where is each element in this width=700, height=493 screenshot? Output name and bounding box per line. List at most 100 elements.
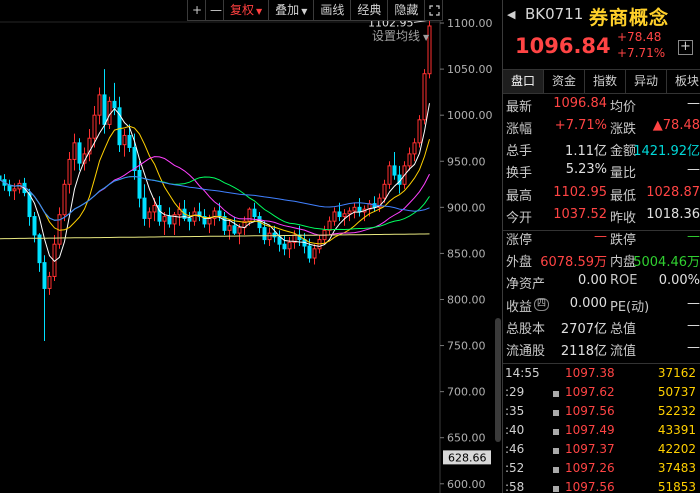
stat-value: — [687, 229, 700, 244]
candle-body [237, 227, 242, 234]
sell-flag-icon [553, 429, 559, 435]
sector-name: 券商概念 [589, 7, 670, 29]
sector-code: BK0711 [525, 5, 584, 23]
draw-line-button[interactable]: 画线 [313, 0, 352, 21]
quote-row: 最高 1102.95 最低 1028.87 [503, 185, 700, 207]
tick-volume: 43391 [657, 423, 696, 437]
stat-label: 最高 [506, 189, 533, 204]
stat-value: 1421.92亿 [633, 144, 700, 159]
tab-sector[interactable]: 板块 [667, 70, 700, 93]
stat-value: 0.00% [658, 273, 700, 288]
candle-body [142, 197, 147, 219]
tick-row[interactable]: 14:55 1097.38 37162 [503, 366, 700, 385]
add-watchlist-button[interactable]: + [678, 40, 693, 55]
stat-label: 均价 [610, 100, 637, 115]
candle-body [12, 188, 17, 192]
tick-row[interactable]: :58 1097.56 51853 [503, 480, 700, 493]
stat-label: 净资产 [506, 277, 546, 292]
quote-row: 换手 5.23% 量比 — [503, 162, 700, 184]
candle-body [0, 175, 2, 181]
tick-row[interactable]: :46 1097.37 42202 [503, 442, 700, 461]
candle-body [347, 210, 352, 215]
quote-panel: ◀ BK0711 券商概念 1096.84 +78.48 +7.71% + 盘口… [503, 0, 700, 493]
stat-value: 1028.87 [646, 185, 700, 200]
chevron-down-icon: ▼ [256, 7, 263, 16]
tick-row[interactable]: :52 1097.26 37483 [503, 461, 700, 480]
chart-toolbar: + — 复权 ▼ 叠加 ▼ 画线 经典 隐藏 [187, 0, 444, 22]
stat-value: 2707亿 [560, 322, 607, 337]
tab-index[interactable]: 指数 [585, 70, 626, 93]
back-arrow-icon[interactable]: ◀ [507, 8, 515, 21]
tick-volume: 52232 [657, 404, 696, 418]
sell-flag-icon [553, 448, 559, 454]
tick-time: :46 [505, 442, 525, 456]
current-price: 1096.84 [515, 34, 611, 58]
tab-pankou[interactable]: 盘口 [503, 70, 544, 93]
stat-value: ▲78.48 [652, 118, 700, 133]
tick-time: :29 [505, 385, 525, 399]
stat-label: 最低 [610, 189, 637, 204]
quote-row: 外盘 6078.59万 内盘 5004.46万 [503, 251, 700, 273]
price-change-pct: +7.71% [617, 46, 666, 60]
stat-label: 涨停 [506, 233, 533, 248]
y-tick-label: 750.00 [447, 340, 486, 353]
stat-label: 换手 [506, 166, 533, 181]
candle-body [272, 232, 277, 238]
tick-row[interactable]: :40 1097.49 43391 [503, 423, 700, 442]
candle-body [77, 142, 82, 164]
stat-label: 最新 [506, 100, 533, 115]
zoom-in-button[interactable]: + [187, 0, 206, 21]
candle-body [412, 142, 417, 155]
quote-row: 涨幅 +7.71% 涨跌 ▲78.48 [503, 118, 700, 140]
chevron-down-icon: ▼ [423, 33, 430, 42]
candle-body [187, 217, 192, 222]
quote-row: 总手 1.11亿 金额 1421.92亿 [503, 140, 700, 162]
candle-body [112, 100, 117, 109]
candle-body [97, 94, 102, 116]
quote-row: 最新 1096.84 均价 — [503, 96, 700, 118]
tick-time: 14:55 [505, 366, 540, 380]
stat-value: 0.00 [578, 273, 607, 288]
candle-body [132, 146, 137, 171]
candle-body [127, 134, 132, 148]
overlay-dropdown[interactable]: 叠加 ▼ [268, 0, 315, 21]
tick-time: :35 [505, 404, 525, 418]
stat-value: 1037.52 [553, 207, 607, 222]
candle-body [312, 248, 317, 259]
hide-button[interactable]: 隐藏 [387, 0, 426, 21]
sell-flag-icon [553, 486, 559, 492]
stat-value: 0.000 [569, 296, 607, 311]
expand-icon[interactable] [424, 0, 444, 21]
candle-body [7, 184, 12, 192]
quote-row: 总股本 2707亿 总值 — [503, 318, 700, 340]
stat-label: 今开 [506, 211, 533, 226]
tick-time: :58 [505, 480, 525, 493]
candle-body [387, 165, 392, 185]
candle-body [92, 114, 97, 139]
candle-body [72, 142, 77, 160]
classic-button[interactable]: 经典 [350, 0, 389, 21]
tab-funds[interactable]: 资金 [544, 70, 585, 93]
tab-movement[interactable]: 异动 [626, 70, 667, 93]
zoom-out-button[interactable]: — [205, 0, 224, 21]
scrollbar-thumb[interactable] [495, 318, 501, 442]
tick-volume: 51853 [657, 480, 696, 493]
kline-chart[interactable]: 1100.00 1050.00 1000.00 950.00 900.00 850.00 8… [0, 0, 496, 493]
y-tick-label: 850.00 [447, 247, 486, 260]
sell-flag-icon [553, 467, 559, 473]
stat-label: 涨幅 [506, 122, 533, 137]
tick-row[interactable]: :29 1097.62 50737 [503, 385, 700, 404]
candle-body [327, 220, 332, 231]
fuquan-dropdown[interactable]: 复权 ▼ [223, 0, 270, 21]
y-tick-label: 950.00 [447, 155, 486, 168]
tick-row[interactable]: :35 1097.56 52232 [503, 404, 700, 423]
candle-body [222, 216, 227, 231]
candle-body [42, 262, 47, 289]
ma-settings-button[interactable]: 设置均线 ▼ [372, 27, 429, 44]
candle-body [192, 211, 197, 222]
candle-body [267, 232, 272, 241]
tick-volume: 42202 [657, 442, 696, 456]
stat-label: 金额 [610, 144, 637, 159]
y-tick-label: 900.00 [447, 201, 486, 214]
tick-time: :40 [505, 423, 525, 437]
